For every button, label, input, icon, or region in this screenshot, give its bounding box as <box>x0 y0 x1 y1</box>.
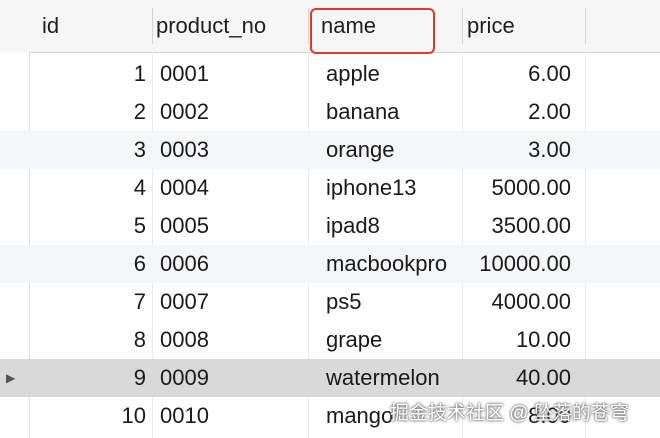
cell-id[interactable]: 8 <box>30 321 146 359</box>
cell-price[interactable]: 3.00 <box>466 131 571 169</box>
cell-product-no[interactable]: 0004 <box>160 169 209 207</box>
cell-name[interactable]: iphone13 <box>326 169 417 207</box>
column-divider[interactable] <box>462 8 463 44</box>
cell-product-no[interactable]: 0008 <box>160 321 209 359</box>
cell-product-no[interactable]: 0005 <box>160 207 209 245</box>
cell-name[interactable]: orange <box>326 131 395 169</box>
table-row[interactable]: 5 0005 ipad8 3500.00 <box>0 207 660 245</box>
cell-id[interactable]: 6 <box>30 245 146 283</box>
table-row[interactable]: 3 0003 orange 3.00 <box>0 131 660 169</box>
cell-name[interactable]: mango <box>326 397 393 435</box>
cell-name[interactable]: grape <box>326 321 382 359</box>
cell-price[interactable]: 10000.00 <box>466 245 571 283</box>
name-column-highlight <box>310 8 435 54</box>
cell-id[interactable]: 2 <box>30 93 146 131</box>
cell-id[interactable]: 7 <box>30 283 146 321</box>
watermark: 掘金技术社区 @ 坠落的苍穹 <box>390 403 629 424</box>
cell-product-no[interactable]: 0010 <box>160 397 209 435</box>
cell-price[interactable]: 2.00 <box>466 93 571 131</box>
cell-price[interactable]: 3500.00 <box>466 207 571 245</box>
cell-name[interactable]: apple <box>326 55 380 93</box>
column-divider[interactable] <box>152 8 153 44</box>
column-header-id[interactable]: id <box>42 0 59 52</box>
cell-id[interactable]: 9 <box>30 359 146 397</box>
result-grid: id product_no name price 1 0001 apple 6.… <box>0 0 660 438</box>
cell-id[interactable]: 10 <box>30 397 146 435</box>
cell-id[interactable]: 3 <box>30 131 146 169</box>
column-header-price[interactable]: price <box>467 0 515 52</box>
cell-price[interactable]: 10.00 <box>466 321 571 359</box>
cell-id[interactable]: 1 <box>30 55 146 93</box>
cell-name[interactable]: watermelon <box>326 359 440 397</box>
cell-product-no[interactable]: 0007 <box>160 283 209 321</box>
cell-price[interactable]: 6.00 <box>466 55 571 93</box>
cell-product-no[interactable]: 0006 <box>160 245 209 283</box>
cell-id[interactable]: 5 <box>30 207 146 245</box>
cell-product-no[interactable]: 0009 <box>160 359 209 397</box>
table-row[interactable]: 8 0008 grape 10.00 <box>0 321 660 359</box>
cell-price[interactable]: 40.00 <box>466 359 571 397</box>
table-row[interactable]: 6 0006 macbookpro 10000.00 <box>0 245 660 283</box>
cell-product-no[interactable]: 0003 <box>160 131 209 169</box>
cell-product-no[interactable]: 0001 <box>160 55 209 93</box>
cell-name[interactable]: macbookpro <box>326 245 447 283</box>
cell-name[interactable]: banana <box>326 93 399 131</box>
current-row-marker-icon: ▶ <box>6 371 16 385</box>
column-divider[interactable] <box>585 8 586 44</box>
cell-product-no[interactable]: 0002 <box>160 93 209 131</box>
cell-price[interactable]: 5000.00 <box>466 169 571 207</box>
table-row[interactable]: 1 0001 apple 6.00 <box>0 55 660 93</box>
table-row-selected[interactable]: ▶ 9 0009 watermelon 40.00 <box>0 359 660 397</box>
table-row[interactable]: 7 0007 ps5 4000.00 <box>0 283 660 321</box>
cell-price[interactable]: 4000.00 <box>466 283 571 321</box>
cell-name[interactable]: ipad8 <box>326 207 380 245</box>
table-row[interactable]: 4 0004 iphone13 5000.00 <box>0 169 660 207</box>
table-row[interactable]: 2 0002 banana 2.00 <box>0 93 660 131</box>
cell-name[interactable]: ps5 <box>326 283 361 321</box>
column-header-product-no[interactable]: product_no <box>156 0 266 52</box>
cell-id[interactable]: 4 <box>30 169 146 207</box>
column-divider[interactable] <box>308 8 309 44</box>
